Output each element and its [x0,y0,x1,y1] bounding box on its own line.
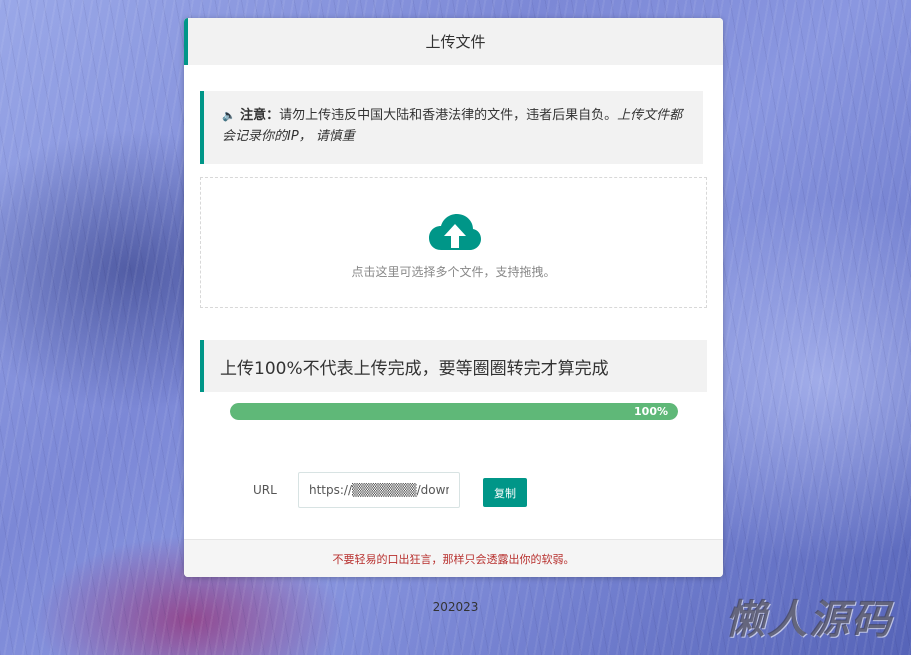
upload-tip-text: 上传100%不代表上传完成，要等圈圈转完才算完成 [220,358,609,379]
notice-text: 请勿上传违反中国大陆和香港法律的文件，违者后果自负。 [279,108,618,123]
watermark-logo: 懒人源码 [725,597,893,643]
url-label: URL [253,483,277,497]
card-footer: 不要轻易的口出狂言，那样只会透露出你的软弱。 [184,539,723,577]
upload-dropzone[interactable]: 点击这里可选择多个文件，支持拖拽。 [200,177,707,308]
notice-label: 注意： [240,108,280,123]
page-title: 上传文件 [425,33,486,51]
upload-card: 上传文件 🔈 注意：请勿上传违反中国大陆和香港法律的文件，违者后果自负。上传文件… [184,18,723,577]
upload-hint: 点击这里可选择多个文件，支持拖拽。 [351,265,556,279]
copy-button[interactable]: 复制 [483,478,527,507]
quote-text: 不要轻易的口出狂言，那样只会透露出你的软弱。 [332,552,575,566]
card-header: 上传文件 [184,18,723,65]
upload-tip: 上传100%不代表上传完成，要等圈圈转完才算完成 [200,340,707,392]
progress-fill: 100% [230,403,678,420]
notice-box: 🔈 注意：请勿上传违反中国大陆和香港法律的文件，违者后果自负。上传文件都会记录你… [200,91,703,164]
url-input[interactable] [298,472,460,508]
cloud-upload-icon [429,214,481,250]
upload-progress-bar: 100% [230,403,678,420]
progress-label: 100% [634,405,668,418]
speaker-icon: 🔈 [222,109,236,122]
